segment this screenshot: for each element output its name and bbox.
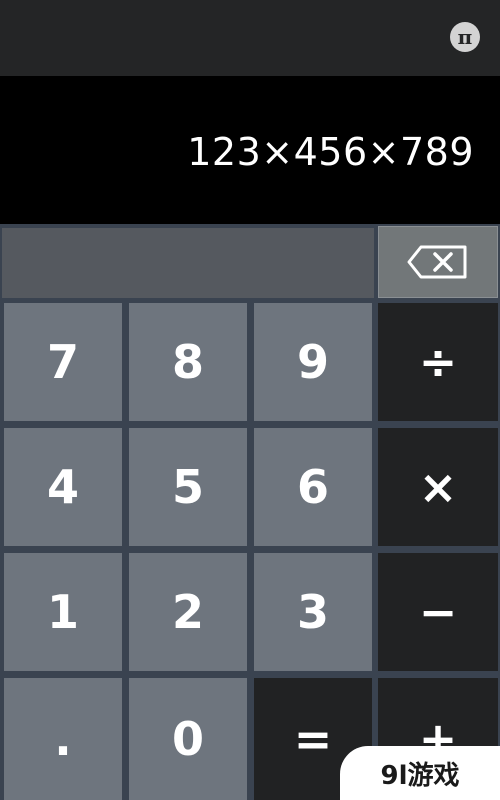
- key-9[interactable]: 9: [254, 303, 372, 421]
- display: 123×456×789: [0, 76, 500, 224]
- key-dot[interactable]: .: [4, 678, 122, 800]
- key-6[interactable]: 6: [254, 428, 372, 546]
- pi-icon[interactable]: π: [450, 22, 480, 52]
- multiply-button[interactable]: ×: [378, 428, 498, 546]
- divide-button[interactable]: ÷: [378, 303, 498, 421]
- key-2[interactable]: 2: [129, 553, 247, 671]
- key-3[interactable]: 3: [254, 553, 372, 671]
- top-bar: π: [0, 0, 500, 76]
- backspace-button[interactable]: [378, 226, 498, 298]
- key-5[interactable]: 5: [129, 428, 247, 546]
- backspace-icon: [407, 245, 467, 279]
- expression-text: 123×456×789: [187, 130, 474, 174]
- result-field: [2, 228, 374, 298]
- key-8[interactable]: 8: [129, 303, 247, 421]
- calculator-app: π 123×456×789 7 8 9 ÷ 4 5 6 × 1 2 3 − . …: [0, 0, 500, 800]
- key-7[interactable]: 7: [4, 303, 122, 421]
- key-1[interactable]: 1: [4, 553, 122, 671]
- key-4[interactable]: 4: [4, 428, 122, 546]
- minus-button[interactable]: −: [378, 553, 498, 671]
- watermark-logo: 9l游戏: [340, 746, 500, 800]
- key-0[interactable]: 0: [129, 678, 247, 800]
